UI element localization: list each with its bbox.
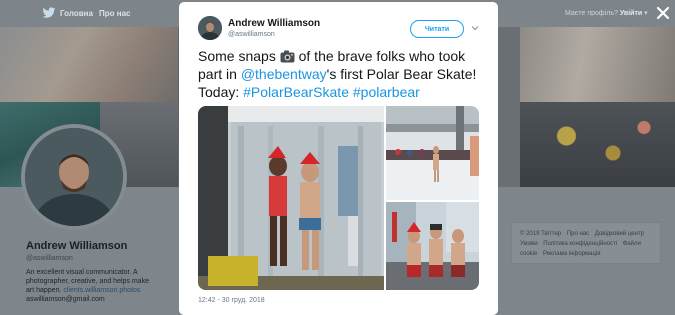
twitter-bird-icon[interactable] xyxy=(42,7,56,19)
photo-skaters-doorway xyxy=(198,106,384,290)
tweet-photo[interactable] xyxy=(386,202,479,290)
footer-link[interactable]: Про нас xyxy=(567,231,589,237)
photo-rink xyxy=(386,106,479,200)
tweet-text: Some snaps of the brave folks who took p… xyxy=(198,47,488,101)
photo-group-santa-hats xyxy=(386,202,479,290)
profile-handle[interactable]: @aswilliamson xyxy=(26,255,73,262)
profile-name[interactable]: Andrew Williamson xyxy=(26,240,127,252)
profile-bio: An excellent visual communicator. A phot… xyxy=(26,268,156,295)
login-link[interactable]: Увійти xyxy=(620,10,642,17)
tweet-author-handle[interactable]: @aswilliamson xyxy=(228,31,275,38)
tweet-text-part: Some snaps xyxy=(198,48,276,64)
camera-emoji-icon xyxy=(280,50,295,63)
follow-button[interactable]: Читати xyxy=(410,20,464,38)
profile-bio-link[interactable]: clients.williamson.photos xyxy=(63,287,140,294)
footer-link[interactable]: Довідковий центр xyxy=(595,231,644,237)
banner-photo xyxy=(498,27,520,187)
tweet-author-name[interactable]: Andrew Williamson xyxy=(228,18,320,29)
footer-link[interactable]: Умови xyxy=(520,241,538,247)
account-prompt: Маєте профіль? Увійти ▾ xyxy=(565,10,648,17)
banner-photo xyxy=(0,27,178,102)
nav-about[interactable]: Про нас xyxy=(99,9,130,18)
tweet-photo[interactable] xyxy=(386,106,479,200)
tweet-author-avatar[interactable] xyxy=(198,16,222,40)
tweet-modal: Andrew Williamson @aswilliamson Читати S… xyxy=(179,2,498,315)
footer-links: © 2019 Твіттер Про нас Довідковий центр … xyxy=(520,229,660,259)
hashtag-link[interactable]: #polarbear xyxy=(353,84,420,100)
profile-avatar[interactable] xyxy=(25,128,123,226)
banner-photo xyxy=(520,27,675,102)
banner-photo xyxy=(520,102,675,187)
hashtag-link[interactable]: #PolarBearSkate xyxy=(243,84,349,100)
tweet-photo[interactable] xyxy=(198,106,384,290)
chevron-down-icon[interactable] xyxy=(471,24,479,32)
tweet-timestamp[interactable]: 12:42 - 30 груд. 2018 xyxy=(198,297,265,304)
account-prompt-text: Маєте профіль? xyxy=(565,10,618,17)
profile-email: aswilliamson@gmail.com xyxy=(26,296,105,303)
footer-link[interactable]: © 2019 Твіттер xyxy=(520,231,561,237)
footer-link[interactable]: Політика конфіденційності xyxy=(543,241,617,247)
nav-home[interactable]: Головна xyxy=(60,9,93,18)
mention-link[interactable]: @thebentway xyxy=(241,66,327,82)
close-icon[interactable] xyxy=(656,6,670,20)
footer-link[interactable]: Реклама інформація xyxy=(543,251,600,257)
avatar-portrait xyxy=(198,16,222,40)
tweet-media-grid xyxy=(198,106,479,290)
avatar-portrait xyxy=(25,128,123,226)
